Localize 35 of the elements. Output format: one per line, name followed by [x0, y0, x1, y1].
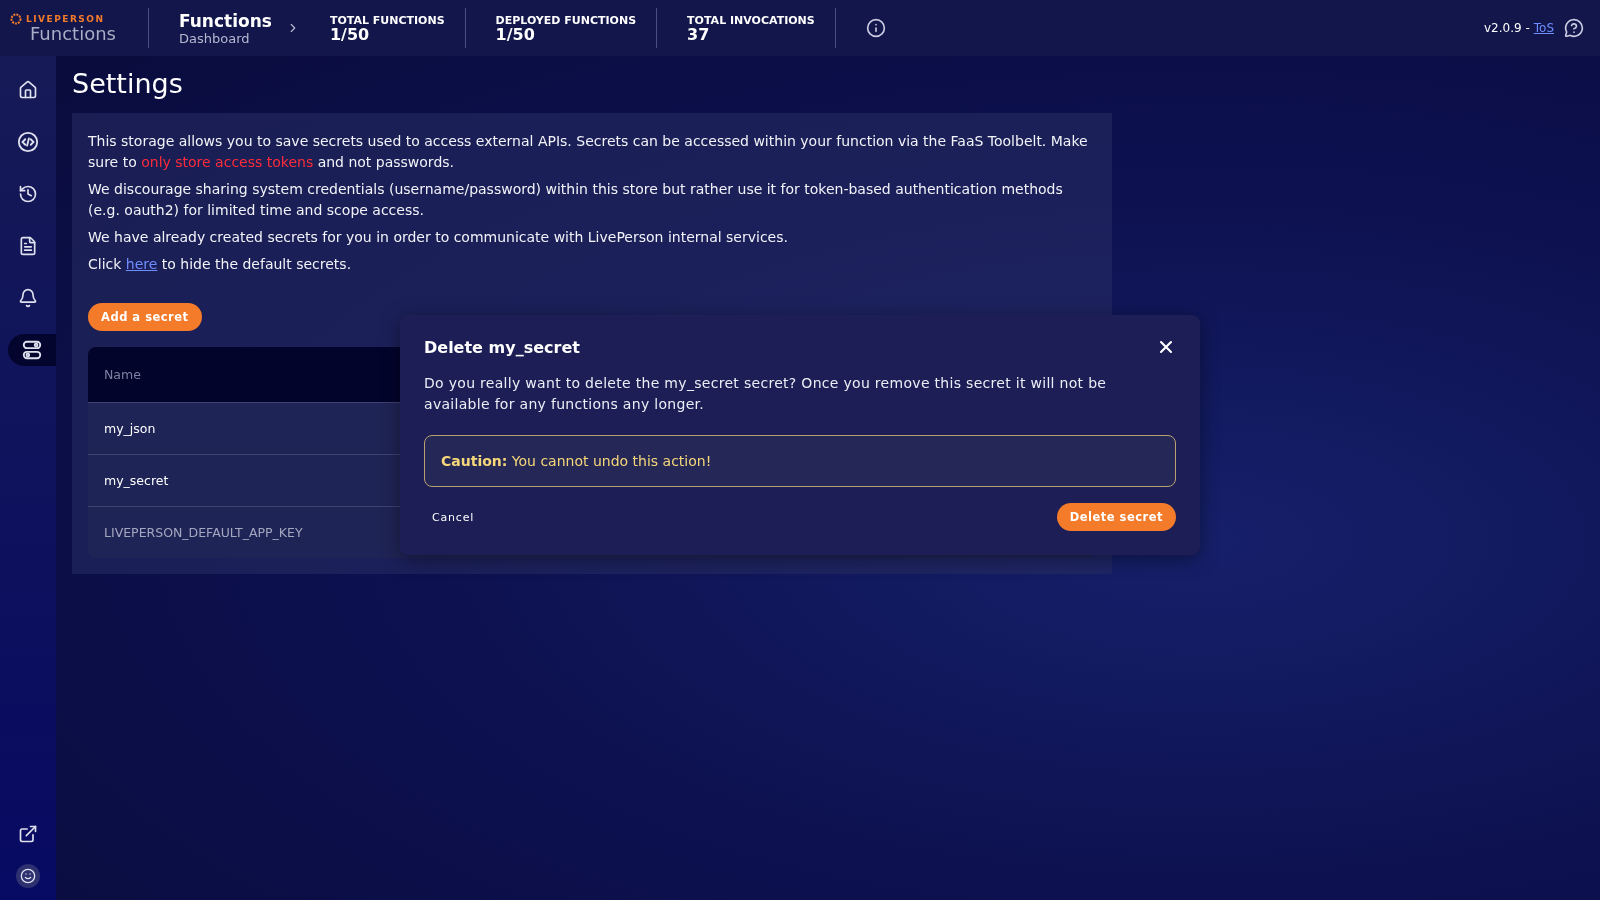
stat-label: DEPLOYED FUNCTIONS	[495, 14, 637, 27]
stat-label: TOTAL FUNCTIONS	[329, 14, 445, 27]
home-icon	[18, 80, 38, 100]
version-text: v2.0.9 -	[1483, 21, 1530, 35]
breadcrumb-subtitle: Dashboard	[179, 30, 251, 46]
tos-link[interactable]: ToS	[1533, 21, 1554, 35]
stat-value: 37	[687, 27, 711, 42]
history-icon	[18, 184, 38, 204]
breadcrumb-title: Functions	[179, 10, 272, 31]
caution-alert: Caution: You cannot undo this action!	[424, 435, 1176, 487]
hide-defaults-link[interactable]: here	[125, 256, 158, 272]
info-paragraph: This storage allows you to save secrets used to access external APIs. Secrets can be accessed within your function via the FaaS Toolbelt. Make sure to only store access tokens and not passwords.	[88, 132, 1089, 172]
product-name: Functions	[30, 25, 117, 43]
smiley-icon	[20, 868, 36, 884]
stat-value: 1/50	[329, 27, 371, 42]
document-icon	[18, 236, 38, 256]
settings-nav-button[interactable]	[8, 334, 56, 366]
sun-logo-icon	[10, 13, 22, 25]
add-secret-button[interactable]: Add a secret	[88, 303, 202, 331]
info-paragraph: We have already created secrets for you in order to communicate with LivePerson internal services.	[88, 228, 789, 247]
info-paragraph: Click here to hide the default secrets.	[88, 255, 353, 274]
toggles-icon	[21, 339, 43, 361]
stat-value: 1/50	[495, 27, 536, 42]
help-icon[interactable]	[1564, 18, 1584, 38]
avatar[interactable]	[16, 864, 40, 888]
info-icon[interactable]	[865, 18, 886, 38]
info-paragraph: We discourage sharing system credentials (username/password) within this store but rather use it for token-based authentication methods (e.g. oauth2) for limited time and scope access.	[88, 180, 1064, 220]
cancel-button[interactable]: Cancel	[424, 504, 483, 530]
bell-icon	[18, 288, 38, 308]
page-title: Settings	[72, 68, 184, 99]
delete-secret-button[interactable]: Delete secret	[1056, 503, 1176, 531]
stat-label: TOTAL INVOCATIONS	[687, 14, 815, 27]
external-link-icon[interactable]	[18, 824, 38, 844]
code-icon	[17, 131, 39, 153]
brand-logo: LIVEPERSON	[10, 13, 148, 25]
